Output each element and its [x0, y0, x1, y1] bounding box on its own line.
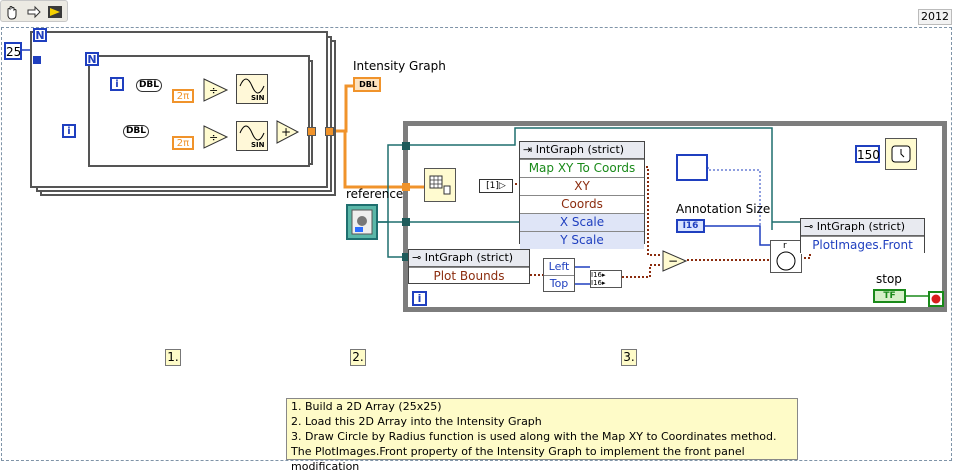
two-pi-constant-1[interactable]: 2π	[172, 89, 194, 103]
method-param-coords[interactable]: Coords	[520, 195, 644, 213]
circle-icon	[776, 251, 796, 271]
method-map-xy-to-coords[interactable]: Map XY To Coords	[520, 159, 644, 177]
stop-label: stop	[876, 272, 902, 286]
note-line-1: 1. Build a 2D Array (25x25)	[291, 400, 442, 413]
reference-terminal[interactable]	[346, 204, 378, 240]
radius-glyph: r	[783, 241, 787, 251]
sine-node-2[interactable]: SIN	[236, 121, 268, 151]
wait-ms-constant[interactable]: 150	[855, 145, 880, 163]
unbundle-by-name-node[interactable]: Left Top	[543, 258, 575, 292]
inner-loop-output-tunnel	[307, 127, 316, 136]
array-function-node[interactable]	[424, 168, 456, 202]
intensity-graph-type: DBL	[359, 80, 377, 89]
intgraph-plotimages-node[interactable]: ⊸ IntGraph (strict) PlotImages.Front	[800, 218, 925, 254]
note-line-4: The PlotImages.Front property of the Int…	[291, 445, 745, 473]
stop-button-terminal[interactable]: TF	[873, 289, 906, 303]
intgraph-plot-bounds-node[interactable]: ⊸ IntGraph (strict) Plot Bounds	[408, 249, 530, 284]
wait-ms-node[interactable]	[885, 138, 917, 170]
method-param-x-scale[interactable]: X Scale	[520, 213, 644, 231]
to-double-node-2[interactable]: DBL	[123, 125, 149, 138]
property-arrow-icon: ⊸	[804, 220, 817, 233]
bundle-node[interactable]: I16▸ I16▸	[590, 270, 622, 288]
bundle-glyph: I16▸ I16▸	[591, 271, 606, 287]
sine-node-1[interactable]: SIN	[236, 74, 268, 104]
intgraph-method-node-header: ⇥ IntGraph (strict)	[520, 142, 644, 159]
intensity-graph-terminal[interactable]: DBL	[353, 77, 381, 92]
plot-bounds-node-title: IntGraph (strict)	[424, 251, 514, 264]
annotation-size-label: Annotation Size	[676, 202, 771, 216]
draw-circle-by-radius-node[interactable]: r	[770, 240, 802, 273]
method-param-xy[interactable]: XY	[520, 177, 644, 195]
step-label-2: 2.	[350, 349, 366, 366]
note-line-2: 2. Load this 2D Array into the Intensity…	[291, 415, 542, 428]
divide-node-2[interactable]: ÷	[203, 125, 229, 149]
unbundle-left[interactable]: Left	[544, 259, 574, 276]
empty-color-constant[interactable]	[676, 154, 708, 181]
while-ref-tunnel-1	[402, 142, 410, 150]
property-plotimages-front[interactable]: PlotImages.Front	[801, 236, 924, 254]
description-note: 1. Build a 2D Array (25x25) 2. Load this…	[286, 398, 798, 473]
loop-condition-terminal[interactable]	[928, 291, 944, 307]
plotimages-node-title: IntGraph (strict)	[816, 220, 906, 233]
property-plot-bounds[interactable]: Plot Bounds	[409, 267, 529, 285]
graph-reference-icon	[351, 209, 373, 235]
while-array-tunnel	[402, 183, 410, 191]
property-arrow-icon: ⊸	[412, 251, 425, 264]
note-line-3: 3. Draw Circle by Radius function is use…	[291, 430, 777, 443]
svg-text:−: −	[668, 254, 678, 268]
array-size-constant[interactable]: 25	[4, 42, 22, 60]
intensity-graph-label: Intensity Graph	[353, 59, 446, 73]
svg-text:÷: ÷	[209, 131, 218, 144]
clock-icon	[891, 145, 911, 163]
reference-label: reference	[346, 187, 404, 201]
outer-loop-count-terminal: N	[33, 28, 47, 42]
intgraph-method-node-title: IntGraph (strict)	[535, 143, 625, 156]
while-ref-tunnel-2	[402, 218, 410, 226]
step-label-3: 3.	[621, 349, 637, 366]
inner-iteration-terminal: i	[110, 77, 124, 91]
svg-text:+: +	[281, 125, 291, 139]
reference-arrow-icon: ⇥	[523, 143, 536, 156]
method-param-y-scale[interactable]: Y Scale	[520, 231, 644, 249]
unbundle-top[interactable]: Top	[544, 276, 574, 292]
outer-loop-input-tunnel	[33, 56, 41, 64]
stop-sign-icon	[931, 294, 941, 304]
index-array-glyph: [1]▷	[486, 181, 506, 191]
step-label-1: 1.	[165, 349, 181, 366]
svg-text:÷: ÷	[209, 84, 218, 97]
subtract-node[interactable]: −	[662, 250, 688, 272]
outer-loop-output-tunnel	[325, 127, 334, 136]
two-pi-constant-2[interactable]: 2π	[172, 136, 194, 150]
add-node[interactable]: +	[276, 120, 300, 144]
divide-node-1[interactable]: ÷	[203, 78, 229, 102]
array-grid-icon	[429, 175, 451, 195]
sine-label: SIN	[251, 94, 265, 102]
sine-label: SIN	[251, 141, 265, 149]
annotation-size-control[interactable]: I16	[676, 219, 705, 233]
plot-bounds-node-header: ⊸ IntGraph (strict)	[409, 250, 529, 267]
plotimages-node-header: ⊸ IntGraph (strict)	[801, 219, 924, 236]
index-array-node[interactable]: [1]▷	[479, 179, 513, 193]
outer-iteration-terminal: i	[62, 124, 76, 138]
inner-loop-count-terminal: N	[85, 52, 99, 66]
to-double-node-1[interactable]: DBL	[136, 79, 162, 92]
sine-wave-icon	[239, 78, 265, 94]
sine-wave-icon	[239, 125, 265, 141]
inner-for-loop[interactable]	[88, 55, 310, 167]
intgraph-method-node[interactable]: ⇥ IntGraph (strict) Map XY To Coords XY …	[519, 141, 645, 249]
while-iteration-terminal: i	[412, 291, 427, 306]
